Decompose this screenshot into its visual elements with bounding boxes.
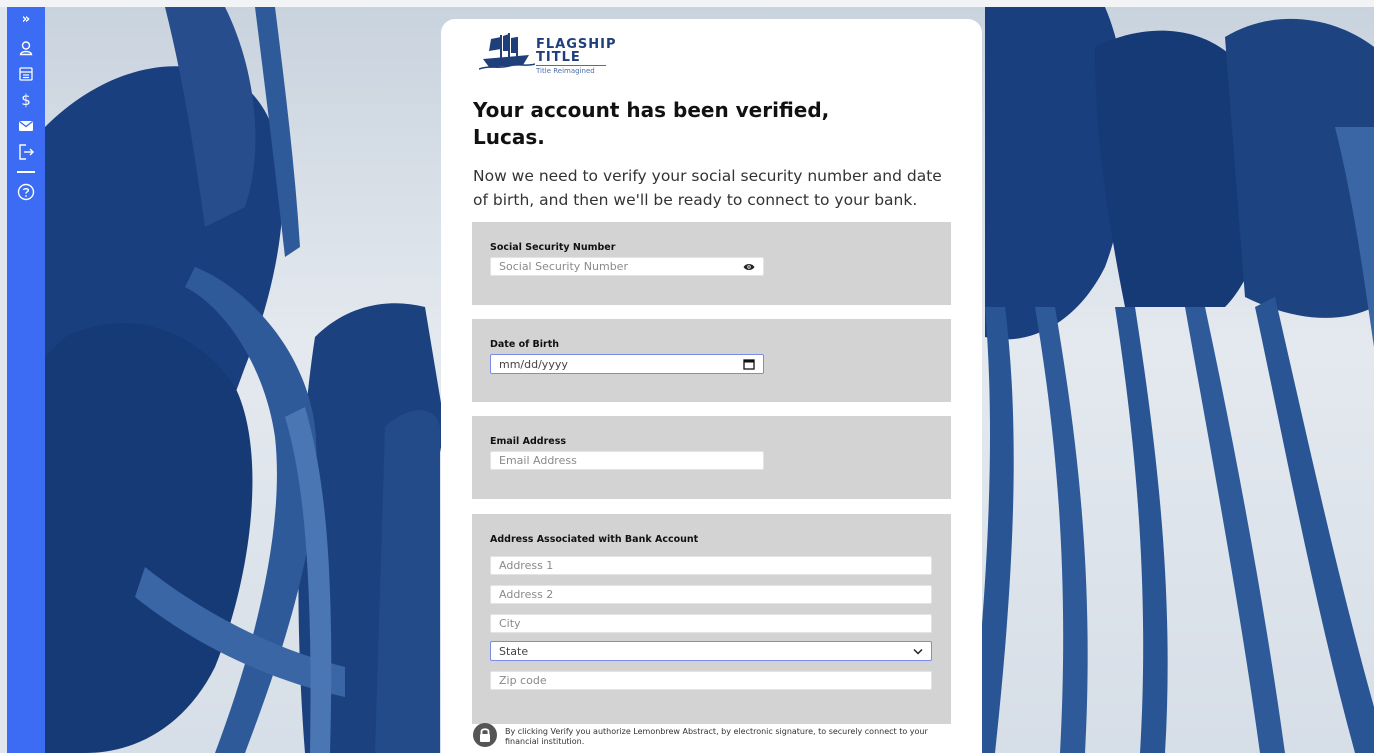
user-icon[interactable] [7, 35, 45, 61]
email-placeholder: Email Address [499, 454, 577, 467]
email-input[interactable]: Email Address [490, 451, 764, 470]
city-placeholder: City [499, 617, 521, 630]
address-panel: Address Associated with Bank Account Add… [472, 514, 951, 724]
ship-logo-icon [479, 33, 535, 70]
calendar-icon[interactable] [743, 358, 755, 370]
logo-tagline: Title Reimagined [536, 67, 595, 75]
sidebar: » $ [7, 7, 45, 753]
dob-panel: Date of Birth mm/dd/yyyy [472, 319, 951, 402]
ssn-panel: Social Security Number Social Security N… [472, 222, 951, 305]
ssn-placeholder: Social Security Number [499, 260, 628, 273]
dollar-icon[interactable]: $ [7, 87, 45, 113]
consent-notice: By clicking Verify you authorize Lemonbr… [472, 721, 952, 751]
state-select[interactable]: State [490, 641, 932, 661]
state-selected-value: State [499, 644, 529, 658]
help-icon[interactable] [7, 179, 45, 205]
chevron-down-icon [913, 648, 923, 655]
address2-input[interactable]: Address 2 [490, 585, 932, 604]
consent-text: By clicking Verify you authorize Lemonbr… [505, 727, 928, 746]
ssn-input[interactable]: Social Security Number [490, 257, 764, 276]
flagship-title-logo: FLAGSHIP TITLE Title Reimagined [479, 31, 619, 77]
zip-input[interactable]: Zip code [490, 671, 932, 690]
email-panel: Email Address Email Address [472, 416, 951, 499]
city-input[interactable]: City [490, 614, 932, 633]
logo-rule [536, 65, 606, 66]
mail-icon[interactable] [7, 113, 45, 139]
email-label: Email Address [490, 436, 567, 447]
top-strip [0, 0, 1374, 7]
zip-placeholder: Zip code [499, 674, 547, 687]
address-label: Address Associated with Bank Account [490, 534, 699, 545]
chevron-double-right-icon: » [21, 11, 31, 27]
address2-placeholder: Address 2 [499, 588, 554, 601]
logout-icon[interactable] [7, 139, 45, 165]
eye-icon[interactable] [743, 263, 755, 271]
address1-placeholder: Address 1 [499, 559, 554, 572]
sidebar-divider [17, 171, 35, 173]
verification-card: FLAGSHIP TITLE Title Reimagined Your acc… [441, 19, 982, 753]
lock-icon [473, 723, 497, 747]
logo-name-line2: TITLE [536, 50, 581, 65]
dob-placeholder: mm/dd/yyyy [499, 357, 568, 371]
intro-text: Now we need to verify your social securi… [473, 167, 942, 209]
expand-sidebar-button[interactable]: » [7, 7, 45, 31]
page-title: Your account has been verified, Lucas. [473, 98, 830, 149]
ssn-label: Social Security Number [490, 242, 616, 253]
address1-input[interactable]: Address 1 [490, 556, 932, 575]
building-icon[interactable] [7, 61, 45, 87]
dob-label: Date of Birth [490, 339, 560, 350]
dob-input[interactable]: mm/dd/yyyy [490, 354, 764, 374]
